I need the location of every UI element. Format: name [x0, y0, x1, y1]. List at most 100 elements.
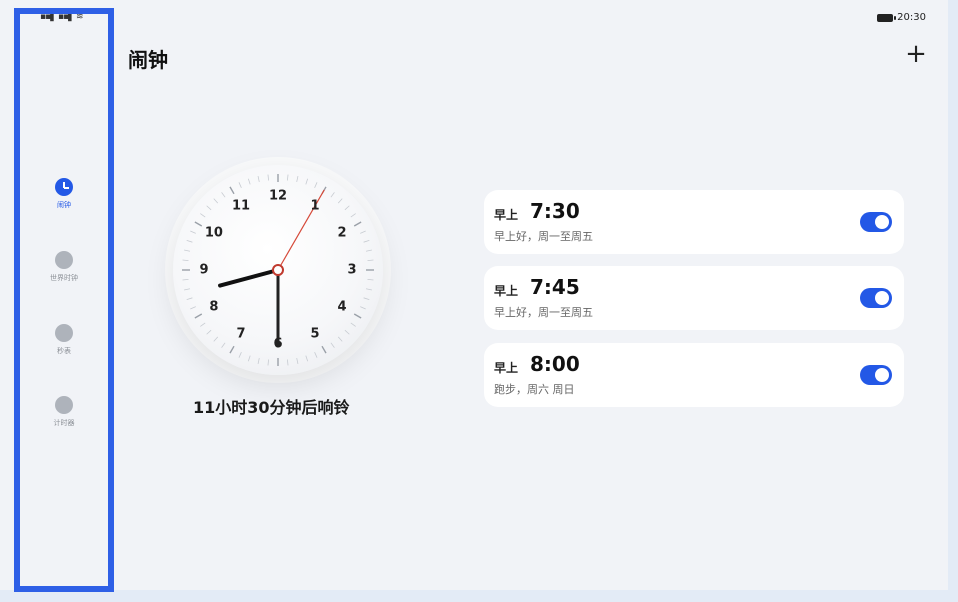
clock-tick: [184, 249, 191, 252]
clock-tick: [186, 297, 193, 301]
clock-tick: [186, 239, 193, 243]
alarm-toggle[interactable]: [860, 365, 892, 385]
alarm-time: 8:00: [530, 352, 580, 376]
stopwatch-icon: [55, 324, 73, 342]
alarm-toggle[interactable]: [860, 288, 892, 308]
alarm-clock-icon: [55, 178, 73, 196]
clock-tick: [257, 357, 260, 364]
clock-number: 2: [337, 225, 347, 241]
clock-tick: [360, 306, 366, 310]
clock-tick: [350, 322, 356, 327]
sidebar-item-alarm[interactable]: 闹钟: [20, 178, 108, 210]
clock-tick: [257, 176, 260, 183]
add-alarm-button[interactable]: +: [903, 41, 929, 68]
clock-tick: [305, 355, 309, 362]
clock-number: 11: [231, 198, 251, 214]
clock-tick: [190, 306, 196, 310]
battery-icon: [877, 13, 897, 22]
clock-number: 8: [209, 299, 219, 315]
clock-tick: [296, 176, 299, 183]
alarm-period: 早上: [494, 361, 519, 375]
sidebar-item-timer[interactable]: 计时器: [20, 396, 108, 428]
clock-tick: [360, 230, 366, 234]
sidebar-highlight-frame: 闹钟 世界时钟 秒表 计时器: [14, 8, 114, 592]
clock-tick: [330, 192, 335, 198]
alarm-card[interactable]: 早上 7:30 早上好，周一至周五: [484, 190, 904, 254]
clock-number: 12: [268, 188, 288, 204]
clock-number: 5: [310, 326, 320, 342]
status-bar: ▪▪▌ ▪▪▌ ≋ 20:30: [0, 0, 948, 36]
alarm-card[interactable]: 早上 8:00 跑步，周六 周日: [484, 343, 904, 407]
clock-tick: [363, 297, 370, 301]
clock-tick: [238, 182, 242, 188]
clock-tick: [229, 186, 235, 195]
alarm-card[interactable]: 早上 7:45 早上好，周一至周五: [484, 266, 904, 330]
clock-number: 1: [310, 198, 320, 214]
sidebar-item-stopwatch[interactable]: 秒表: [20, 324, 108, 356]
clock-tick: [367, 259, 374, 261]
app-screen: ▪▪▌ ▪▪▌ ≋ 20:30 闹钟 + 12 1 2 3 4 5 6 7 8 9 10 11 11小…: [0, 0, 948, 590]
clock-tick: [314, 182, 318, 188]
sidebar-item-world-clock[interactable]: 世界时钟: [20, 251, 108, 283]
clock-tick: [337, 336, 343, 342]
sidebar-item-label: 世界时钟: [50, 274, 78, 282]
clock-number: 4: [337, 299, 347, 315]
clock-number: 7: [236, 326, 246, 342]
clock-tick: [344, 329, 350, 335]
sidebar-item-label: 闹钟: [57, 201, 71, 209]
clock-tick: [229, 345, 235, 354]
clock-tick: [206, 205, 212, 211]
clock-number: 3: [347, 262, 357, 278]
clock-tick: [353, 313, 362, 319]
clock-tick: [287, 359, 289, 366]
clock-tick: [184, 288, 191, 291]
clock-tick: [221, 342, 226, 348]
timer-icon: [55, 396, 73, 414]
alarm-toggle[interactable]: [860, 212, 892, 232]
clock-tick: [296, 357, 299, 364]
clock-tick: [267, 359, 269, 366]
clock-tick: [221, 192, 226, 198]
clock-tick: [321, 345, 327, 354]
analog-clock: 12 1 2 3 4 5 6 7 8 9 10 11: [173, 165, 383, 375]
clock-tick: [213, 198, 219, 204]
sidebar-item-label: 计时器: [53, 419, 75, 427]
globe-icon: [55, 251, 73, 269]
clock-tick: [247, 355, 251, 362]
clock-tick: [194, 221, 203, 227]
clock-tick: [267, 174, 269, 181]
clock-tick: [200, 322, 206, 327]
clock-number: 10: [204, 225, 223, 241]
clock-tick: [182, 259, 189, 261]
alarm-time: 7:30: [530, 199, 580, 223]
clock-tick: [190, 230, 196, 234]
clock-tick: [330, 342, 335, 348]
page-title: 闹钟: [128, 48, 168, 72]
clock-center-pin: [272, 264, 284, 276]
clock-number: 6: [273, 336, 283, 352]
hour-hand: [218, 268, 280, 288]
clock-tick: [365, 288, 372, 291]
clock-tick: [238, 352, 242, 358]
alarm-period: 早上: [494, 284, 519, 298]
clock-tick: [337, 198, 343, 204]
clock-number: 9: [199, 262, 209, 278]
clock-tick: [200, 213, 206, 218]
next-ring-text: 11小时30分钟后响铃: [193, 398, 350, 417]
sidebar-item-label: 秒表: [57, 347, 71, 355]
clock-tick: [247, 178, 251, 185]
clock-tick: [350, 213, 356, 218]
clock-tick: [353, 221, 362, 227]
clock-tick: [305, 178, 309, 185]
clock-tick: [363, 239, 370, 243]
clock-tick: [194, 313, 203, 319]
alarm-description: 跑步，周六 周日: [494, 383, 575, 396]
clock-tick: [314, 352, 318, 358]
alarm-period: 早上: [494, 208, 519, 222]
alarm-description: 早上好，周一至周五: [494, 306, 593, 319]
clock-tick: [367, 279, 374, 281]
alarm-description: 早上好，周一至周五: [494, 230, 593, 243]
clock-tick: [182, 279, 189, 281]
alarm-time: 7:45: [530, 275, 580, 299]
status-time: 20:30: [897, 12, 926, 23]
